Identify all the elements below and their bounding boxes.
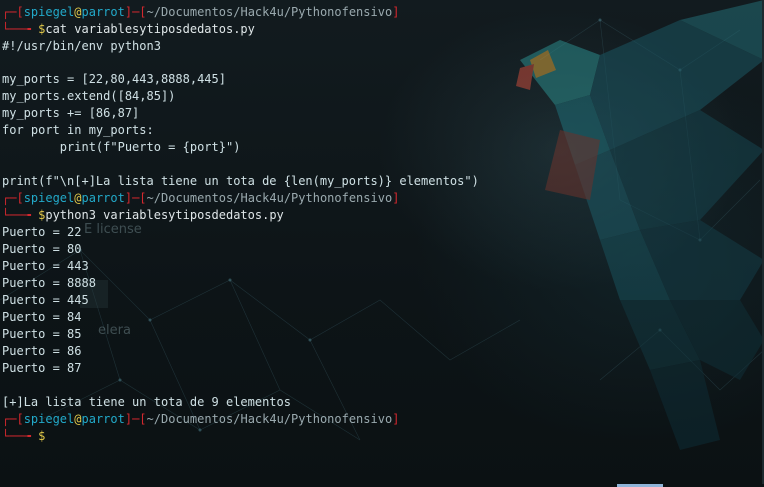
- output-line: Puerto = 445: [2, 293, 89, 307]
- file-line: for port in my_ports:: [2, 123, 154, 137]
- output-line: Puerto = 8888: [2, 276, 96, 290]
- prompt-corner: ┌─[: [2, 5, 24, 19]
- prompt-path: ~/Documentos/Hack4u/Pythonofensivo: [146, 5, 393, 19]
- prompt-line-2: ┌─[spiegel@parrot]─[~/Documentos/Hack4u/…: [2, 191, 400, 205]
- output-line: Puerto = 86: [2, 344, 82, 358]
- command-line-1: └──╼ $cat variablesytiposdedatos.py: [2, 22, 255, 36]
- output-line: Puerto = 443: [2, 259, 89, 273]
- file-line: print(f"Puerto = {port}"): [2, 140, 241, 154]
- command-text-1: cat variablesytiposdedatos.py: [45, 22, 255, 36]
- prompt-line-3: ┌─[spiegel@parrot]─[~/Documentos/Hack4u/…: [2, 412, 400, 426]
- output-line: Puerto = 85: [2, 327, 82, 341]
- parrot-silhouette: [516, 0, 764, 450]
- output-line: Puerto = 22: [2, 225, 82, 239]
- output-line: [+]La lista tiene un tota de 9 elementos: [2, 395, 291, 409]
- prompt-host: parrot: [81, 5, 125, 19]
- bg-license-text: E license: [84, 222, 142, 237]
- output-line: Puerto = 87: [2, 361, 82, 375]
- command-line-2: └──╼ $python3 variablesytiposdedatos.py: [2, 208, 284, 222]
- output-line: Puerto = 84: [2, 310, 82, 324]
- command-text-2: python3 variablesytiposdedatos.py: [45, 208, 284, 222]
- terminal-window[interactable]: E license elera ┌─[spiegel@parrot]─[~/Do…: [0, 0, 764, 487]
- file-line: print(f"\n[+]La lista tiene un tota de {…: [2, 174, 479, 188]
- file-line: my_ports.extend([84,85]): [2, 89, 176, 103]
- prompt-user: spiegel: [23, 5, 75, 19]
- prompt-line-1: ┌─[spiegel@parrot]─[~/Documentos/Hack4u/…: [2, 5, 400, 19]
- command-line-3[interactable]: └──╼ $: [2, 428, 45, 445]
- file-line: my_ports = [22,80,443,8888,445]: [2, 72, 226, 86]
- prompt-at: @: [74, 5, 82, 19]
- bg-other-text: elera: [98, 323, 131, 338]
- file-line: my_ports += [86,87]: [2, 106, 140, 120]
- output-line: Puerto = 80: [2, 242, 82, 256]
- file-line: #!/usr/bin/env python3: [2, 39, 161, 53]
